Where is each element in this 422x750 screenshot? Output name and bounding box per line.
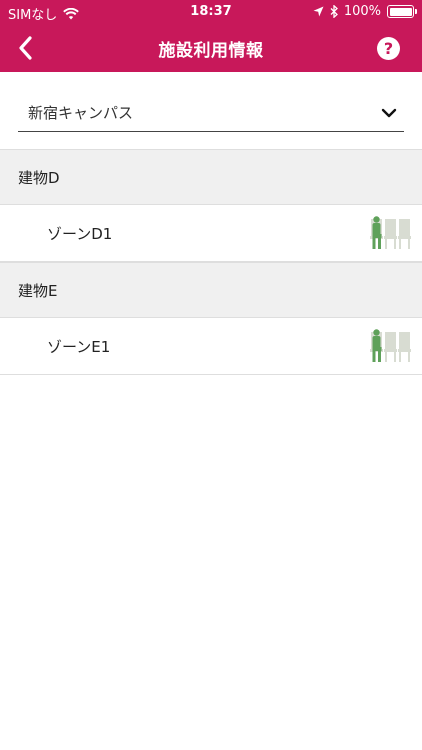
building-name: 建物D bbox=[18, 168, 60, 187]
status-right: 100% bbox=[313, 4, 417, 19]
question-mark-icon: ? bbox=[383, 39, 394, 58]
seat-occupancy-icon bbox=[370, 216, 411, 249]
campus-picker-value: 新宿キャンパス bbox=[28, 104, 134, 122]
zone-name: ゾーンE1 bbox=[47, 337, 111, 356]
navigation-bar: 施設利用情報 ? bbox=[0, 24, 422, 72]
zone-row[interactable]: ゾーンD1 bbox=[0, 205, 422, 262]
status-bar: SIMなし 18:37 100% bbox=[0, 0, 422, 24]
battery-icon bbox=[387, 5, 417, 18]
top-bar: SIMなし 18:37 100% 施設利用情報 ? bbox=[0, 0, 422, 72]
zone-row[interactable]: ゾーンE1 bbox=[0, 318, 422, 375]
page-title: 施設利用情報 bbox=[158, 41, 264, 61]
campus-picker-area: 新宿キャンパス bbox=[0, 72, 422, 149]
zone-name: ゾーンD1 bbox=[47, 224, 113, 243]
battery-percent: 100% bbox=[343, 4, 381, 19]
building-name: 建物E bbox=[18, 281, 58, 300]
location-arrow-icon bbox=[313, 6, 324, 17]
building-header: 建物E bbox=[0, 262, 422, 318]
help-button[interactable]: ? bbox=[377, 37, 400, 60]
chevron-down-icon bbox=[381, 108, 397, 117]
bluetooth-icon bbox=[330, 5, 338, 18]
battery-level-fill bbox=[389, 7, 412, 16]
building-header: 建物D bbox=[0, 149, 422, 205]
campus-picker[interactable]: 新宿キャンパス bbox=[18, 94, 404, 132]
seat-occupancy-icon bbox=[370, 329, 411, 362]
